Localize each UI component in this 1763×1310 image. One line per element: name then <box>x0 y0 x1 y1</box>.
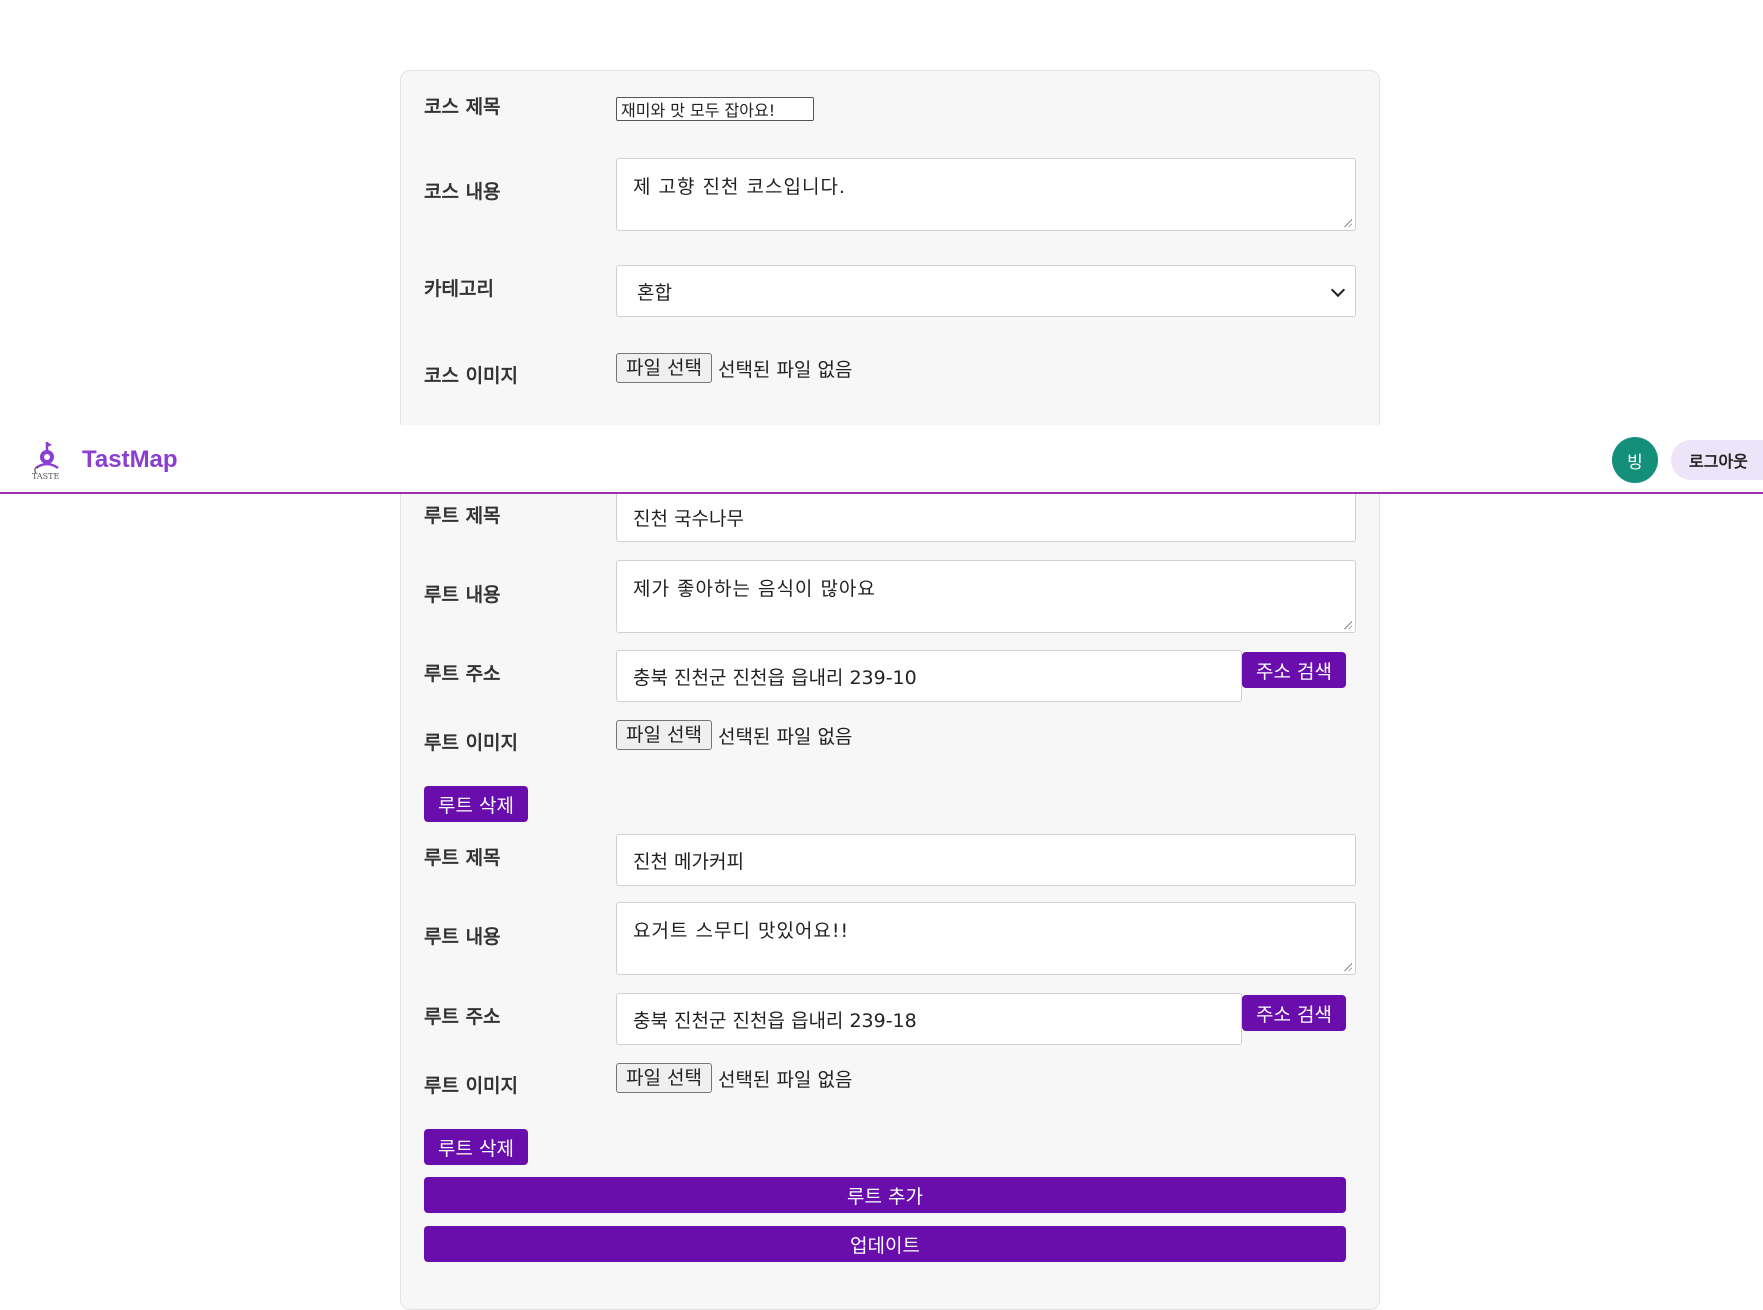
route-image-label: 루트 이미지 <box>424 732 519 754</box>
route-title-label: 루트 제목 <box>424 505 501 527</box>
route-delete-button[interactable]: 루트 삭제 <box>424 786 528 822</box>
category-selected-value: 혼합 <box>637 281 672 304</box>
resize-handle-icon[interactable] <box>1343 962 1352 971</box>
course-image-file-input[interactable]: 파일 선택 선택된 파일 없음 <box>616 353 852 383</box>
course-title-label: 코스 제목 <box>424 96 501 118</box>
file-status: 선택된 파일 없음 <box>717 358 853 381</box>
chevron-down-icon <box>1330 282 1346 298</box>
file-select-button[interactable]: 파일 선택 <box>616 353 712 383</box>
route-title-input[interactable]: 진천 국수나무 <box>616 494 1356 542</box>
logo-text: TASTE <box>32 472 60 481</box>
course-title-input[interactable]: 재미와 맛 모두 잡아요! <box>616 97 814 121</box>
route-title-label: 루트 제목 <box>424 847 501 869</box>
add-route-button[interactable]: 루트 추가 <box>424 1177 1346 1213</box>
file-select-button[interactable]: 파일 선택 <box>616 720 712 750</box>
course-content-label: 코스 내용 <box>424 181 501 203</box>
file-status: 선택된 파일 없음 <box>717 725 853 748</box>
route-content-label: 루트 내용 <box>424 584 501 606</box>
address-search-button[interactable]: 주소 검색 <box>1242 995 1346 1031</box>
file-status: 선택된 파일 없음 <box>717 1068 853 1091</box>
route-image-file-input[interactable]: 파일 선택 선택된 파일 없음 <box>616 1063 852 1093</box>
course-content-text: 제 고향 진천 코스입니다. <box>633 176 846 198</box>
brand-name[interactable]: TastMap <box>82 446 178 474</box>
route-image-label: 루트 이미지 <box>424 1075 519 1097</box>
course-content-textarea[interactable]: 제 고향 진천 코스입니다. <box>616 158 1356 231</box>
file-select-button[interactable]: 파일 선택 <box>616 1063 712 1093</box>
route-address-input[interactable]: 충북 진천군 진천읍 읍내리 239-10 <box>616 650 1242 702</box>
route-content-text: 요거트 스무디 맛있어요!! <box>633 920 850 942</box>
route-image-file-input[interactable]: 파일 선택 선택된 파일 없음 <box>616 720 852 750</box>
address-search-button[interactable]: 주소 검색 <box>1242 652 1346 688</box>
route-content-textarea[interactable]: 요거트 스무디 맛있어요!! <box>616 902 1356 975</box>
route-address-value: 충북 진천군 진천읍 읍내리 239-10 <box>633 666 917 689</box>
course-image-label: 코스 이미지 <box>424 365 519 387</box>
route-delete-button[interactable]: 루트 삭제 <box>424 1129 528 1165</box>
route-address-input[interactable]: 충북 진천군 진천읍 읍내리 239-18 <box>616 993 1242 1045</box>
update-button[interactable]: 업데이트 <box>424 1226 1346 1262</box>
logout-button[interactable]: 로그아웃 <box>1671 440 1763 480</box>
route-address-label: 루트 주소 <box>424 663 501 685</box>
route-content-textarea[interactable]: 제가 좋아하는 음식이 많아요 <box>616 560 1356 633</box>
avatar[interactable]: 빙 <box>1612 437 1658 483</box>
top-navbar: TASTE TastMap 빙 로그아웃 <box>0 425 1763 494</box>
route-title-value: 진천 메가커피 <box>633 850 744 873</box>
route-address-value: 충북 진천군 진천읍 읍내리 239-18 <box>633 1009 917 1032</box>
logo-icon[interactable]: TASTE <box>30 438 64 484</box>
route-title-input[interactable]: 진천 메가커피 <box>616 834 1356 886</box>
route-content-text: 제가 좋아하는 음식이 많아요 <box>633 578 876 600</box>
resize-handle-icon[interactable] <box>1343 620 1352 629</box>
route-address-label: 루트 주소 <box>424 1006 501 1028</box>
category-select[interactable]: 혼합 <box>616 265 1356 317</box>
category-label: 카테고리 <box>424 278 494 300</box>
resize-handle-icon[interactable] <box>1343 218 1352 227</box>
route-content-label: 루트 내용 <box>424 926 501 948</box>
route-title-value: 진천 국수나무 <box>633 508 744 530</box>
